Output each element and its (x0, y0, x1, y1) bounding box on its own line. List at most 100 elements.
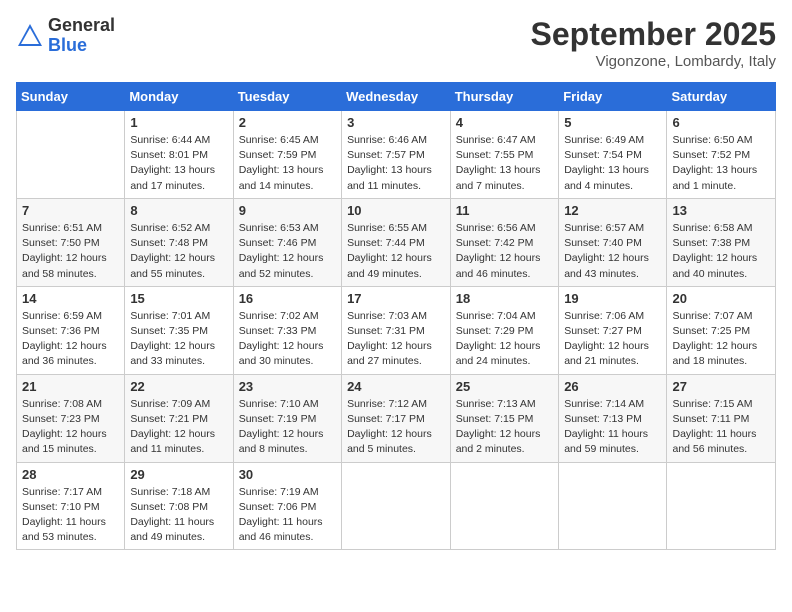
calendar-cell: 1 Sunrise: 6:44 AMSunset: 8:01 PMDayligh… (125, 111, 233, 199)
logo-general-text: General (48, 15, 115, 35)
calendar-cell: 24 Sunrise: 7:12 AMSunset: 7:17 PMDaylig… (342, 374, 451, 462)
calendar-week-row: 28 Sunrise: 7:17 AMSunset: 7:10 PMDaylig… (17, 462, 776, 550)
logo-text: General Blue (48, 16, 115, 56)
cell-info: Sunrise: 6:46 AMSunset: 7:57 PMDaylight:… (347, 133, 445, 194)
cell-info: Sunrise: 7:09 AMSunset: 7:21 PMDaylight:… (130, 397, 227, 458)
cell-info: Sunrise: 6:47 AMSunset: 7:55 PMDaylight:… (456, 133, 553, 194)
day-number: 11 (456, 203, 553, 218)
calendar-cell: 3 Sunrise: 6:46 AMSunset: 7:57 PMDayligh… (342, 111, 451, 199)
cell-info: Sunrise: 6:53 AMSunset: 7:46 PMDaylight:… (239, 221, 336, 282)
calendar-week-row: 7 Sunrise: 6:51 AMSunset: 7:50 PMDayligh… (17, 198, 776, 286)
calendar-cell: 27 Sunrise: 7:15 AMSunset: 7:11 PMDaylig… (667, 374, 776, 462)
calendar-cell: 18 Sunrise: 7:04 AMSunset: 7:29 PMDaylig… (450, 286, 558, 374)
calendar-cell: 6 Sunrise: 6:50 AMSunset: 7:52 PMDayligh… (667, 111, 776, 199)
day-number: 21 (22, 379, 119, 394)
cell-info: Sunrise: 6:56 AMSunset: 7:42 PMDaylight:… (456, 221, 553, 282)
cell-info: Sunrise: 7:04 AMSunset: 7:29 PMDaylight:… (456, 309, 553, 370)
logo-blue-text: Blue (48, 35, 87, 55)
day-number: 29 (130, 467, 227, 482)
location-subtitle: Vigonzone, Lombardy, Italy (531, 53, 776, 70)
day-number: 25 (456, 379, 553, 394)
calendar-cell (342, 462, 451, 550)
day-number: 14 (22, 291, 119, 306)
calendar-cell (450, 462, 558, 550)
day-number: 2 (239, 115, 336, 130)
day-number: 24 (347, 379, 445, 394)
calendar-cell: 19 Sunrise: 7:06 AMSunset: 7:27 PMDaylig… (559, 286, 667, 374)
calendar-cell: 29 Sunrise: 7:18 AMSunset: 7:08 PMDaylig… (125, 462, 233, 550)
calendar-cell: 12 Sunrise: 6:57 AMSunset: 7:40 PMDaylig… (559, 198, 667, 286)
day-number: 19 (564, 291, 661, 306)
weekday-header: Sunday (17, 83, 125, 111)
month-title: September 2025 (531, 16, 776, 53)
calendar-week-row: 14 Sunrise: 6:59 AMSunset: 7:36 PMDaylig… (17, 286, 776, 374)
cell-info: Sunrise: 7:17 AMSunset: 7:10 PMDaylight:… (22, 485, 119, 546)
cell-info: Sunrise: 6:59 AMSunset: 7:36 PMDaylight:… (22, 309, 119, 370)
logo-icon (16, 22, 44, 50)
day-number: 6 (672, 115, 770, 130)
calendar-cell: 17 Sunrise: 7:03 AMSunset: 7:31 PMDaylig… (342, 286, 451, 374)
day-number: 22 (130, 379, 227, 394)
day-number: 5 (564, 115, 661, 130)
cell-info: Sunrise: 7:19 AMSunset: 7:06 PMDaylight:… (239, 485, 336, 546)
cell-info: Sunrise: 6:44 AMSunset: 8:01 PMDaylight:… (130, 133, 227, 194)
day-number: 12 (564, 203, 661, 218)
calendar-cell: 25 Sunrise: 7:13 AMSunset: 7:15 PMDaylig… (450, 374, 558, 462)
calendar-cell: 23 Sunrise: 7:10 AMSunset: 7:19 PMDaylig… (233, 374, 341, 462)
calendar-cell: 2 Sunrise: 6:45 AMSunset: 7:59 PMDayligh… (233, 111, 341, 199)
cell-info: Sunrise: 6:57 AMSunset: 7:40 PMDaylight:… (564, 221, 661, 282)
weekday-header: Thursday (450, 83, 558, 111)
cell-info: Sunrise: 7:15 AMSunset: 7:11 PMDaylight:… (672, 397, 770, 458)
day-number: 9 (239, 203, 336, 218)
weekday-header: Friday (559, 83, 667, 111)
weekday-header: Saturday (667, 83, 776, 111)
day-number: 13 (672, 203, 770, 218)
day-number: 15 (130, 291, 227, 306)
calendar-cell: 20 Sunrise: 7:07 AMSunset: 7:25 PMDaylig… (667, 286, 776, 374)
title-block: September 2025 Vigonzone, Lombardy, Ital… (531, 16, 776, 70)
day-number: 1 (130, 115, 227, 130)
cell-info: Sunrise: 7:06 AMSunset: 7:27 PMDaylight:… (564, 309, 661, 370)
cell-info: Sunrise: 6:55 AMSunset: 7:44 PMDaylight:… (347, 221, 445, 282)
weekday-header: Wednesday (342, 83, 451, 111)
day-number: 16 (239, 291, 336, 306)
calendar-cell: 8 Sunrise: 6:52 AMSunset: 7:48 PMDayligh… (125, 198, 233, 286)
calendar-cell: 21 Sunrise: 7:08 AMSunset: 7:23 PMDaylig… (17, 374, 125, 462)
cell-info: Sunrise: 6:52 AMSunset: 7:48 PMDaylight:… (130, 221, 227, 282)
day-number: 8 (130, 203, 227, 218)
calendar-cell: 4 Sunrise: 6:47 AMSunset: 7:55 PMDayligh… (450, 111, 558, 199)
calendar-cell: 15 Sunrise: 7:01 AMSunset: 7:35 PMDaylig… (125, 286, 233, 374)
calendar-cell: 22 Sunrise: 7:09 AMSunset: 7:21 PMDaylig… (125, 374, 233, 462)
logo: General Blue (16, 16, 115, 56)
day-number: 3 (347, 115, 445, 130)
cell-info: Sunrise: 7:03 AMSunset: 7:31 PMDaylight:… (347, 309, 445, 370)
cell-info: Sunrise: 6:51 AMSunset: 7:50 PMDaylight:… (22, 221, 119, 282)
calendar-cell: 7 Sunrise: 6:51 AMSunset: 7:50 PMDayligh… (17, 198, 125, 286)
day-number: 20 (672, 291, 770, 306)
calendar-table: SundayMondayTuesdayWednesdayThursdayFrid… (16, 82, 776, 550)
calendar-cell (17, 111, 125, 199)
calendar-cell: 11 Sunrise: 6:56 AMSunset: 7:42 PMDaylig… (450, 198, 558, 286)
day-number: 27 (672, 379, 770, 394)
day-number: 10 (347, 203, 445, 218)
calendar-cell: 30 Sunrise: 7:19 AMSunset: 7:06 PMDaylig… (233, 462, 341, 550)
cell-info: Sunrise: 7:02 AMSunset: 7:33 PMDaylight:… (239, 309, 336, 370)
day-number: 28 (22, 467, 119, 482)
cell-info: Sunrise: 7:13 AMSunset: 7:15 PMDaylight:… (456, 397, 553, 458)
calendar-week-row: 1 Sunrise: 6:44 AMSunset: 8:01 PMDayligh… (17, 111, 776, 199)
day-number: 26 (564, 379, 661, 394)
cell-info: Sunrise: 7:12 AMSunset: 7:17 PMDaylight:… (347, 397, 445, 458)
day-number: 17 (347, 291, 445, 306)
calendar-cell: 28 Sunrise: 7:17 AMSunset: 7:10 PMDaylig… (17, 462, 125, 550)
calendar-cell: 16 Sunrise: 7:02 AMSunset: 7:33 PMDaylig… (233, 286, 341, 374)
calendar-cell: 5 Sunrise: 6:49 AMSunset: 7:54 PMDayligh… (559, 111, 667, 199)
day-number: 4 (456, 115, 553, 130)
cell-info: Sunrise: 7:14 AMSunset: 7:13 PMDaylight:… (564, 397, 661, 458)
calendar-cell (559, 462, 667, 550)
cell-info: Sunrise: 6:58 AMSunset: 7:38 PMDaylight:… (672, 221, 770, 282)
cell-info: Sunrise: 6:49 AMSunset: 7:54 PMDaylight:… (564, 133, 661, 194)
cell-info: Sunrise: 7:10 AMSunset: 7:19 PMDaylight:… (239, 397, 336, 458)
day-number: 23 (239, 379, 336, 394)
day-number: 30 (239, 467, 336, 482)
calendar-cell: 10 Sunrise: 6:55 AMSunset: 7:44 PMDaylig… (342, 198, 451, 286)
